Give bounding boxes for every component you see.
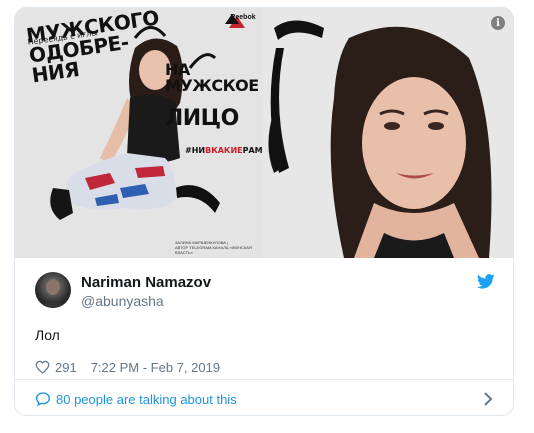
media-image-poster[interactable]: Пересядь с иглы МУЖСКОГО ОДОБРЕ- НИЯ НА … — [15, 8, 262, 258]
tweet-text: Лол — [35, 327, 60, 343]
avatar-image — [40, 279, 66, 308]
tweet-author[interactable]: Nariman Namazov @abunyasha — [35, 272, 495, 312]
conversation-link[interactable]: 80 people are talking about this — [35, 389, 493, 409]
speech-bubble-icon — [35, 392, 51, 407]
twitter-bird-icon[interactable] — [477, 274, 495, 289]
author-display-name[interactable]: Nariman Namazov — [81, 274, 211, 291]
talking-count-text[interactable]: 80 people are talking about this — [56, 392, 237, 407]
media-image-portrait[interactable]: i — [264, 8, 513, 258]
reebok-logo: Reebok — [225, 14, 261, 24]
portrait-illustration — [264, 8, 513, 258]
tweet-card[interactable]: Пересядь с иглы МУЖСКОГО ОДОБРЕ- НИЯ НА … — [14, 7, 514, 416]
tweet-timestamp[interactable]: 7:22 PM - Feb 7, 2019 — [91, 360, 220, 375]
poster-credits: ЗАЛИНА МАРШЕНКУЛОВА | АВТОР TELEGRAM-КАН… — [175, 240, 252, 256]
reebok-delta-icon — [225, 14, 239, 24]
poster-headline-right-top: НА МУЖСКОЕ — [165, 60, 259, 95]
chevron-right-icon[interactable] — [483, 392, 493, 406]
info-icon[interactable]: i — [491, 16, 505, 30]
poster-headline-right-bottom: ЛИЦО — [165, 106, 239, 131]
divider — [15, 379, 513, 380]
tweet-meta: 291 7:22 PM - Feb 7, 2019 — [35, 358, 220, 376]
tweet-media[interactable]: Пересядь с иглы МУЖСКОГО ОДОБРЕ- НИЯ НА … — [15, 8, 513, 258]
avatar[interactable] — [35, 272, 71, 308]
poster-hashtag: #НИВКАКИЕРАМКИ — [185, 146, 262, 155]
heart-icon[interactable] — [35, 360, 50, 374]
author-handle[interactable]: @abunyasha — [81, 293, 164, 309]
like-count[interactable]: 291 — [55, 360, 77, 375]
